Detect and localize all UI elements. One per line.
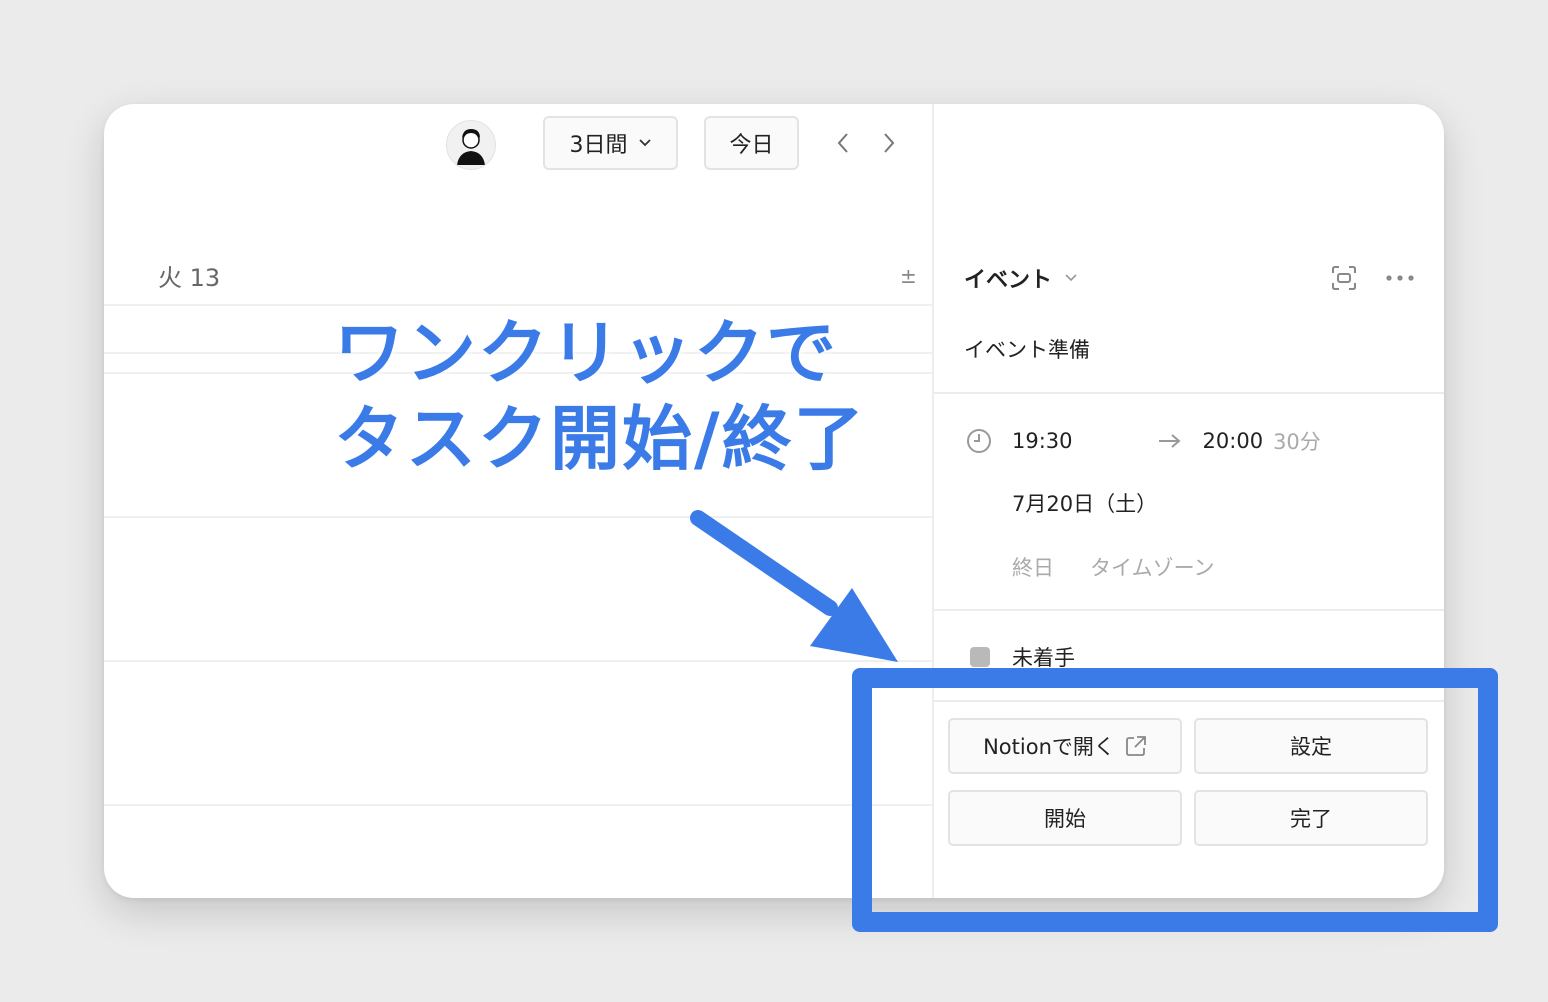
next-button[interactable] (874, 128, 904, 158)
section-divider (934, 392, 1444, 394)
chevron-down-icon (1065, 274, 1077, 282)
chevron-down-icon (638, 139, 651, 147)
event-date[interactable]: 7月20日（土） (1012, 488, 1157, 518)
grid-line (104, 304, 932, 306)
today-button[interactable]: 今日 (704, 116, 799, 170)
view-range-dropdown[interactable]: 3日間 (543, 116, 678, 170)
status-dot (970, 647, 990, 667)
annotation-arrow-icon (690, 510, 898, 662)
annotation-line-2: タスク開始/終了 (334, 398, 866, 480)
event-type-label: イベント (964, 268, 1053, 293)
view-range-label: 3日間 (569, 133, 628, 158)
arrow-right-icon (1158, 434, 1181, 448)
grid-line (104, 804, 932, 806)
date-options: 終日 タイムゾーン (1012, 552, 1215, 582)
timezone-toggle[interactable]: タイムゾーン (1090, 552, 1215, 582)
chevron-right-icon (884, 133, 895, 153)
start-time[interactable]: 19:30 (1012, 429, 1073, 453)
user-avatar[interactable] (446, 120, 496, 170)
end-time[interactable]: 20:00 (1203, 429, 1264, 453)
annotation-line-1: ワンクリックで (334, 312, 838, 394)
all-day-toggle[interactable]: 終日 (1012, 552, 1054, 582)
section-divider (934, 609, 1444, 611)
previous-button[interactable] (828, 128, 858, 158)
day-header: 火 13 (158, 264, 221, 292)
event-type-dropdown[interactable]: イベント (964, 262, 1078, 294)
chevron-left-icon (837, 133, 848, 153)
duration: 30分 (1273, 430, 1321, 454)
event-title[interactable]: イベント準備 (964, 334, 1090, 364)
highlight-box (852, 668, 1498, 932)
expand-toggle[interactable]: ± (900, 264, 917, 288)
today-label: 今日 (729, 133, 774, 158)
clock-icon (967, 429, 991, 453)
annotation-callout: ワンクリックで タスク開始/終了 (334, 310, 866, 482)
time-row[interactable]: 19:30 20:00 30分 (966, 426, 1321, 456)
focus-icon[interactable] (1330, 264, 1358, 292)
more-icon[interactable] (1384, 264, 1416, 292)
